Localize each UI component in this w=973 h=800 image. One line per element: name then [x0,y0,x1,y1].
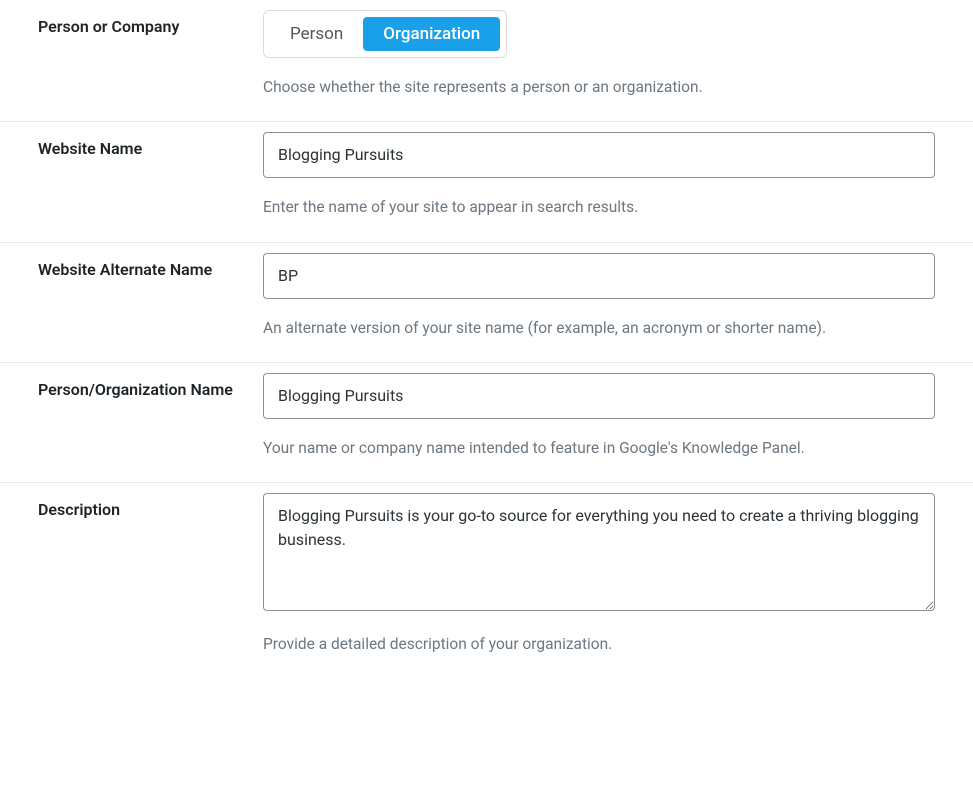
hint-website-alt-name: An alternate version of your site name (… [263,317,935,340]
row-person-or-company: Person or Company Person Organization Ch… [0,0,973,122]
label-person-or-company: Person or Company [38,10,263,99]
input-person-org-name[interactable] [263,373,935,419]
input-website-name[interactable] [263,132,935,178]
label-description: Description [38,493,263,656]
hint-website-name: Enter the name of your site to appear in… [263,196,935,219]
row-person-org-name: Person/Organization Name Your name or co… [0,363,973,483]
label-person-org-name: Person/Organization Name [38,373,263,460]
hint-person-or-company: Choose whether the site represents a per… [263,76,935,99]
row-website-alt-name: Website Alternate Name An alternate vers… [0,243,973,363]
control-website-alt-name: An alternate version of your site name (… [263,253,935,340]
control-person-org-name: Your name or company name intended to fe… [263,373,935,460]
textarea-description[interactable] [263,493,935,611]
toggle-person[interactable]: Person [270,17,363,51]
toggle-organization[interactable]: Organization [363,17,500,51]
control-description: Provide a detailed description of your o… [263,493,935,656]
toggle-group-person-or-company: Person Organization [263,10,507,58]
hint-description: Provide a detailed description of your o… [263,633,935,656]
control-person-or-company: Person Organization Choose whether the s… [263,10,935,99]
row-description: Description Provide a detailed descripti… [0,483,973,678]
input-website-alt-name[interactable] [263,253,935,299]
hint-person-org-name: Your name or company name intended to fe… [263,437,935,460]
control-website-name: Enter the name of your site to appear in… [263,132,935,219]
row-website-name: Website Name Enter the name of your site… [0,122,973,242]
label-website-name: Website Name [38,132,263,219]
label-website-alt-name: Website Alternate Name [38,253,263,340]
